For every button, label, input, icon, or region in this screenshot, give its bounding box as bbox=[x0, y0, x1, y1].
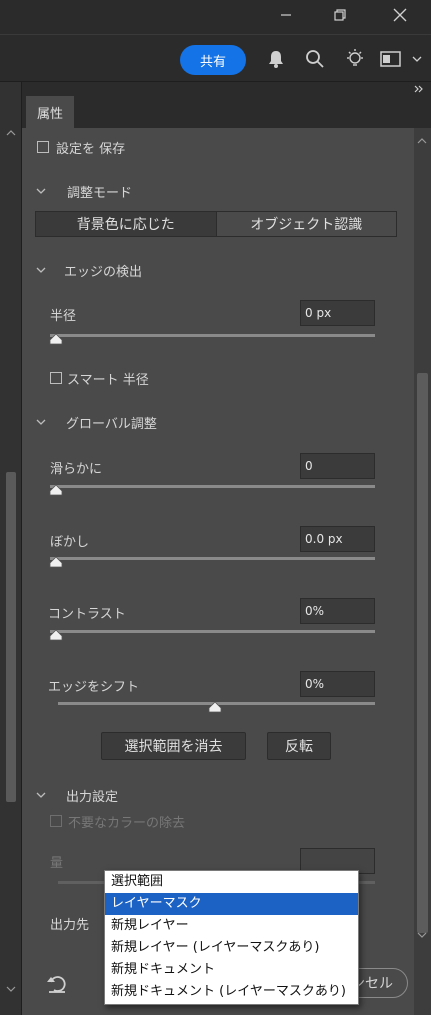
radius-slider-track[interactable] bbox=[50, 334, 375, 337]
decontaminate-label: 不要なカラーの除去 bbox=[68, 816, 186, 831]
chevron-up-icon[interactable] bbox=[6, 126, 16, 141]
chevron-down-icon[interactable] bbox=[6, 982, 16, 997]
smooth-label: 滑らかに bbox=[50, 462, 103, 477]
output-dropdown-menu: 選択範囲 レイヤーマスク 新規レイヤー 新規レイヤー (レイヤーマスクあり) 新… bbox=[104, 870, 359, 1005]
contrast-input[interactable]: 0% bbox=[300, 598, 375, 624]
radius-slider-thumb[interactable] bbox=[49, 333, 63, 345]
mode-section-title[interactable]: 調整モード bbox=[67, 182, 132, 201]
workspace-icon[interactable] bbox=[379, 47, 403, 71]
mode-toggle[interactable]: 背景色に応じた オブジェクト認識 bbox=[35, 211, 397, 237]
lightbulb-icon[interactable] bbox=[343, 47, 367, 71]
menu-item-layer-mask[interactable]: レイヤーマスク bbox=[105, 893, 358, 915]
panel-scrollbar[interactable] bbox=[414, 128, 431, 1015]
amount-label: 量 bbox=[50, 856, 64, 871]
menu-item-new-document-with-mask[interactable]: 新規ドキュメント (レイヤーマスクあり) bbox=[105, 981, 358, 1003]
chevron-down-icon[interactable] bbox=[35, 264, 47, 276]
title-bar bbox=[0, 0, 431, 34]
feather-slider-track[interactable] bbox=[50, 557, 375, 560]
mode-option-object[interactable]: オブジェクト認識 bbox=[215, 212, 396, 236]
contrast-label: コントラスト bbox=[48, 607, 126, 622]
restore-icon[interactable] bbox=[318, 0, 362, 30]
chevron-up-icon[interactable] bbox=[417, 134, 427, 149]
chevron-down-icon[interactable] bbox=[409, 47, 425, 71]
feather-label: ぼかし bbox=[50, 535, 90, 550]
chevron-down-icon[interactable] bbox=[35, 789, 47, 801]
menu-item-new-document[interactable]: 新規ドキュメント bbox=[105, 959, 358, 981]
panel-header bbox=[22, 82, 431, 96]
feather-input[interactable]: 0.0 px bbox=[300, 526, 375, 552]
mode-option-color[interactable]: 背景色に応じた bbox=[36, 212, 216, 236]
smart-radius-label: スマート 半径 bbox=[67, 373, 149, 388]
menu-item-new-layer[interactable]: 新規レイヤー bbox=[105, 915, 358, 937]
close-icon[interactable] bbox=[378, 0, 422, 30]
menu-item-selection[interactable]: 選択範囲 bbox=[105, 871, 358, 893]
smooth-slider-track[interactable] bbox=[50, 485, 375, 488]
edge-section-title[interactable]: エッジの検出 bbox=[64, 261, 142, 280]
smooth-slider-thumb[interactable] bbox=[49, 484, 63, 496]
save-settings-checkbox[interactable] bbox=[37, 141, 49, 153]
chevron-down-icon[interactable] bbox=[35, 185, 47, 197]
shift-edge-label: エッジをシフト bbox=[48, 680, 140, 695]
left-scroll-strip bbox=[0, 82, 22, 1015]
radius-input[interactable]: 0 px bbox=[300, 300, 375, 326]
feather-slider-thumb[interactable] bbox=[49, 556, 63, 568]
global-section-title[interactable]: グローバル調整 bbox=[66, 413, 157, 432]
smart-radius-checkbox[interactable] bbox=[50, 372, 62, 384]
minimize-icon[interactable] bbox=[264, 0, 308, 30]
search-icon[interactable] bbox=[303, 47, 327, 71]
share-button[interactable]: 共有 bbox=[180, 45, 246, 75]
tab-properties[interactable]: 属性 bbox=[26, 96, 74, 128]
panel-tab-row: 属性 bbox=[22, 96, 431, 128]
decontaminate-checkbox[interactable] bbox=[50, 815, 62, 827]
app-toolbar: 共有 bbox=[0, 34, 431, 82]
chevron-down-icon[interactable] bbox=[417, 928, 427, 943]
contrast-slider-thumb[interactable] bbox=[49, 629, 63, 641]
left-scrollbar-thumb[interactable] bbox=[6, 472, 16, 802]
smooth-input[interactable]: 0 bbox=[300, 453, 375, 479]
invert-button[interactable]: 反転 bbox=[267, 732, 331, 760]
bell-icon[interactable] bbox=[264, 47, 288, 71]
shift-edge-slider-thumb[interactable] bbox=[208, 701, 222, 713]
shift-edge-input[interactable]: 0% bbox=[300, 671, 375, 697]
menu-item-new-layer-with-mask[interactable]: 新規レイヤー (レイヤーマスクあり) bbox=[105, 937, 358, 959]
chevron-down-icon[interactable] bbox=[35, 416, 47, 428]
output-section-title[interactable]: 出力設定 bbox=[66, 786, 118, 805]
clear-selection-button[interactable]: 選択範囲を消去 bbox=[101, 732, 246, 760]
contrast-slider-track[interactable] bbox=[50, 630, 375, 633]
scrollbar-thumb[interactable] bbox=[417, 373, 428, 933]
reset-icon[interactable] bbox=[46, 974, 68, 998]
radius-label: 半径 bbox=[50, 309, 77, 324]
save-settings-label: 設定を 保存 bbox=[56, 142, 126, 157]
output-to-label: 出力先 bbox=[50, 918, 90, 933]
